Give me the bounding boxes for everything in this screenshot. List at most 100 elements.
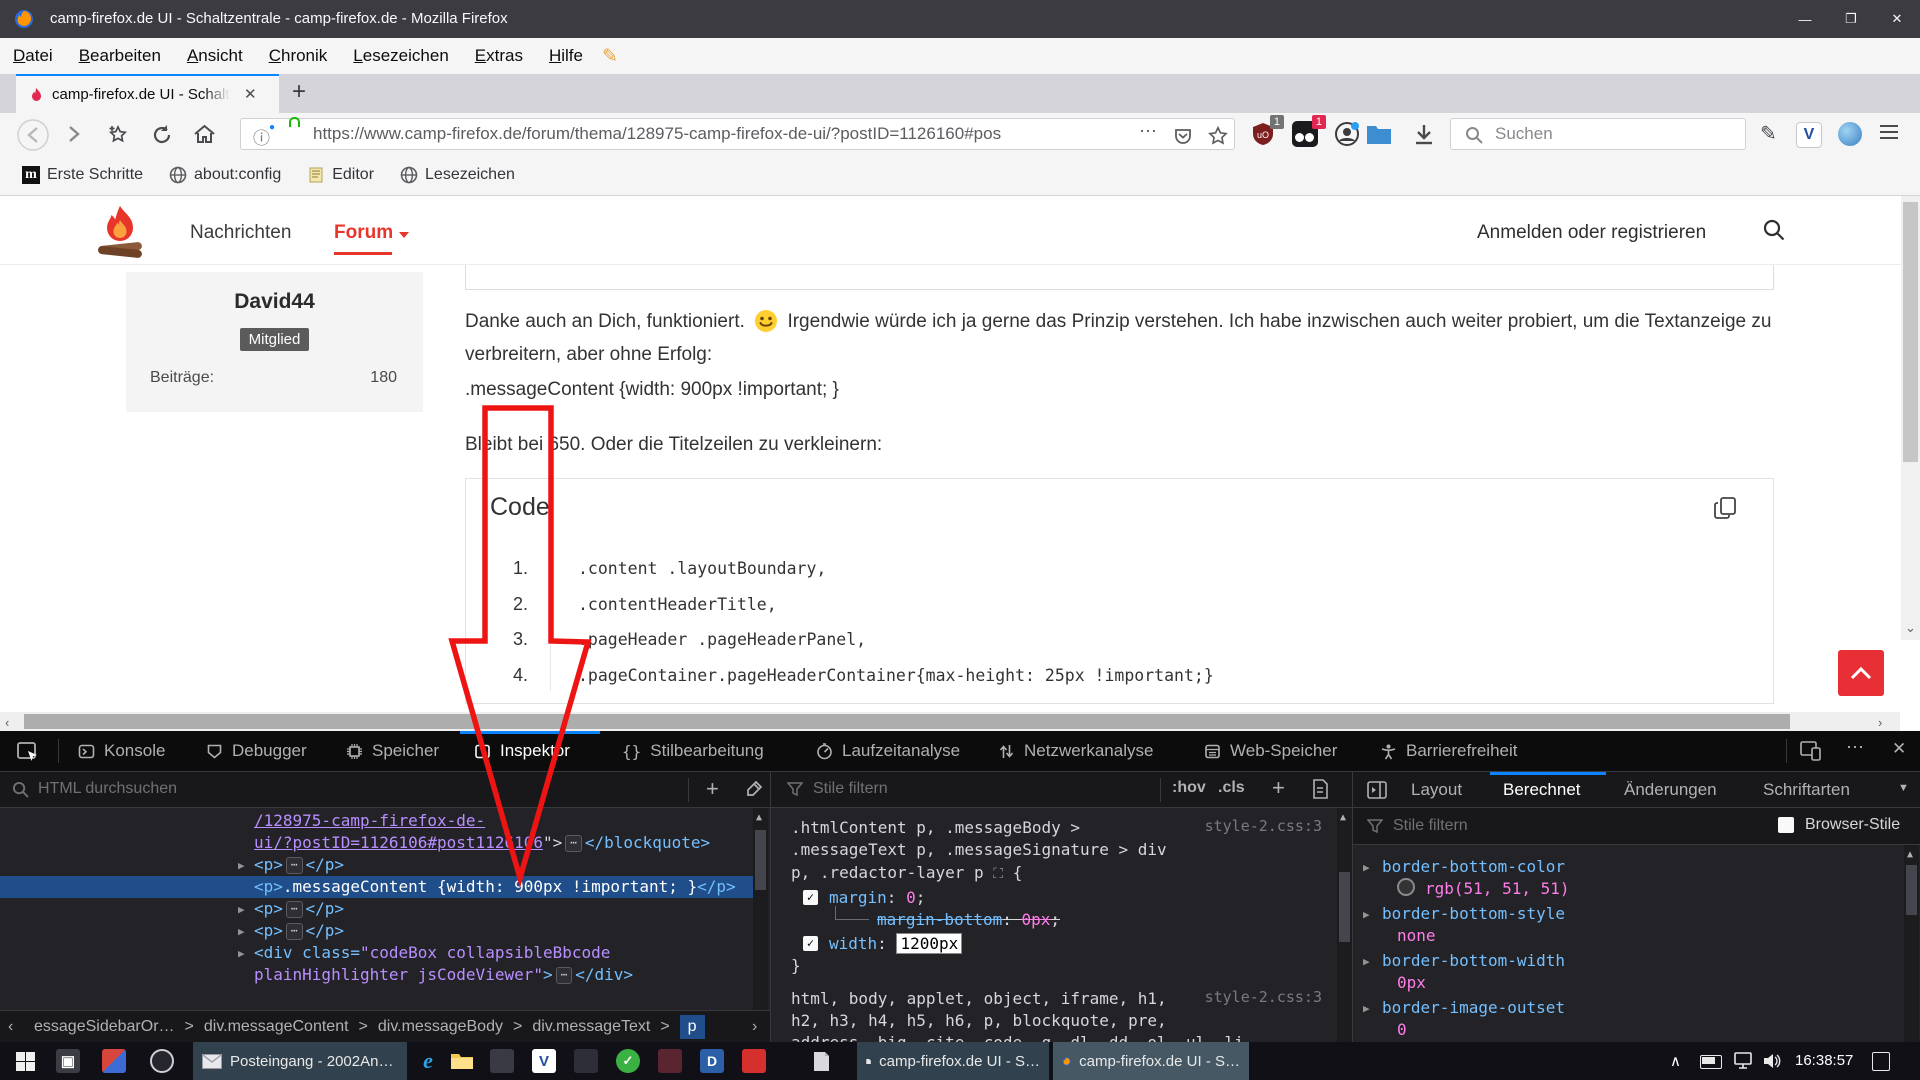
- taskbar-mail-window[interactable]: Posteingang - 2002An…: [193, 1042, 407, 1080]
- tab-web-speicher[interactable]: Web-Speicher: [1204, 731, 1337, 771]
- markup-scrollbar[interactable]: ▲: [753, 808, 768, 1010]
- taskbar-vlc-icon[interactable]: V: [532, 1049, 556, 1073]
- site-info-icon[interactable]: ⓘ: [253, 124, 270, 149]
- nav-forum[interactable]: Forum: [334, 222, 409, 244]
- breadcrumb-scroll-right-icon[interactable]: ›: [752, 1018, 757, 1036]
- tab-schriftarten[interactable]: Schriftarten: [1763, 780, 1850, 800]
- url-bar[interactable]: ⓘ ● https://www.camp-firefox.de/forum/th…: [240, 118, 1235, 150]
- login-link[interactable]: Anmelden oder registrieren: [1477, 222, 1706, 244]
- back-icon[interactable]: [16, 118, 50, 152]
- taskbar-app-icon[interactable]: D: [700, 1049, 724, 1073]
- computed-prop-name[interactable]: border-image-outset: [1382, 997, 1565, 1019]
- tab-aenderungen[interactable]: Änderungen: [1624, 780, 1717, 800]
- breadcrumb-item[interactable]: essageSidebarOr…: [34, 1018, 175, 1036]
- taskbar-app-icon[interactable]: [574, 1049, 598, 1073]
- expand-arrow-icon[interactable]: ▶: [1363, 955, 1370, 968]
- author-name[interactable]: David44: [126, 290, 423, 314]
- breadcrumb-item[interactable]: div.messageBody: [378, 1018, 503, 1036]
- search-bar[interactable]: Suchen: [1450, 118, 1746, 150]
- nav-nachrichten[interactable]: Nachrichten: [190, 222, 291, 244]
- rule-selector[interactable]: html, body, applet, object, iframe, h1,: [791, 988, 1167, 1010]
- expand-arrow-icon[interactable]: ▶: [1363, 908, 1370, 921]
- markup-row[interactable]: plainHighlighter jsCodeViewer">⋯</div>: [254, 964, 633, 986]
- menu-bearbeiten[interactable]: Bearbeiten: [66, 38, 174, 74]
- computed-prop-name[interactable]: border-bottom-color: [1382, 856, 1565, 878]
- computed-prop-name[interactable]: border-bottom-width: [1382, 950, 1565, 972]
- menu-lesezeichen[interactable]: Lesezeichen: [340, 38, 461, 74]
- eyedropper-icon[interactable]: [744, 780, 763, 799]
- start-button[interactable]: [16, 1052, 35, 1071]
- scroll-left-icon[interactable]: ‹: [5, 715, 9, 730]
- tab-speicher[interactable]: Speicher: [346, 731, 439, 771]
- tab-stilbearbeitung[interactable]: {}Stilbearbeitung: [622, 731, 764, 771]
- cookie-extension-icon[interactable]: 1: [1292, 121, 1318, 147]
- network-icon[interactable]: [1733, 1052, 1753, 1070]
- folder-extension-icon[interactable]: [1366, 123, 1392, 145]
- bookmark-about-config[interactable]: about:config: [163, 166, 287, 184]
- expand-arrow-icon[interactable]: ▶: [1363, 1002, 1370, 1015]
- action-center-icon[interactable]: [1872, 1052, 1890, 1071]
- bookmark-star-icon[interactable]: [1207, 125, 1229, 147]
- pencil-icon[interactable]: ✎: [602, 45, 618, 68]
- devtools-menu-icon[interactable]: ⋯: [1846, 737, 1865, 758]
- html-search-input[interactable]: HTML durchsuchen: [38, 780, 177, 798]
- markup-row[interactable]: /128975-camp-firefox-de-: [254, 810, 485, 832]
- privacy-extension-icon[interactable]: [1334, 121, 1360, 147]
- expand-arrow-icon[interactable]: ▶: [1363, 861, 1370, 874]
- devtools-close-icon[interactable]: ✕: [1892, 739, 1906, 759]
- style-filter-input[interactable]: Stile filtern: [813, 780, 888, 798]
- compose-icon[interactable]: ✎: [1760, 121, 1777, 146]
- menu-ansicht[interactable]: Ansicht: [174, 38, 256, 74]
- add-node-button[interactable]: +: [706, 776, 719, 802]
- tray-expand-icon[interactable]: ∧: [1670, 1052, 1681, 1070]
- markup-row-selected[interactable]: <p>.messageContent {width: 900px !import…: [254, 876, 736, 898]
- browser-tab[interactable]: camp-firefox.de UI - Schaltz ✕: [16, 74, 279, 113]
- expand-arrow-icon[interactable]: ▶: [238, 947, 245, 960]
- pick-element-icon[interactable]: [16, 740, 40, 764]
- speaker-icon[interactable]: [1762, 1052, 1782, 1070]
- markup-row[interactable]: ui/?postID=1126106#post1126106">⋯</block…: [254, 832, 710, 854]
- taskbar-clock[interactable]: 16:38:57: [1795, 1052, 1853, 1069]
- tab-debugger[interactable]: Debugger: [206, 731, 307, 771]
- restore-button[interactable]: ❐: [1828, 0, 1874, 38]
- scroll-down-icon[interactable]: ⌄: [1905, 620, 1916, 636]
- pseudo-class-button[interactable]: :hov: [1172, 779, 1206, 797]
- scroll-right-icon[interactable]: ›: [1878, 715, 1882, 730]
- responsive-mode-icon[interactable]: [1800, 741, 1822, 761]
- bookmark-import-icon[interactable]: [106, 123, 130, 147]
- rule-selector[interactable]: .htmlContent p, .messageBody >: [791, 817, 1080, 839]
- taskbar-app-icon[interactable]: [742, 1049, 766, 1073]
- new-tab-button[interactable]: +: [292, 78, 306, 106]
- reload-icon[interactable]: [150, 123, 174, 147]
- tab-barrierefreiheit[interactable]: Barrierefreiheit: [1380, 731, 1518, 771]
- pocket-icon[interactable]: [1173, 126, 1193, 146]
- stylesheet-link[interactable]: style-2.css:3: [1205, 817, 1322, 835]
- battery-icon[interactable]: [1700, 1055, 1722, 1069]
- tab-laufzeitanalyse[interactable]: Laufzeitanalyse: [816, 731, 960, 771]
- taskbar-app-icon[interactable]: [150, 1049, 174, 1073]
- menu-extras[interactable]: Extras: [462, 38, 536, 74]
- scroll-top-button[interactable]: [1838, 650, 1884, 696]
- tab-konsole[interactable]: Konsole: [78, 731, 165, 771]
- menu-datei[interactable]: Datei: [0, 38, 66, 74]
- copy-icon[interactable]: [1713, 495, 1739, 521]
- close-button[interactable]: ✕: [1874, 0, 1920, 38]
- menu-hilfe[interactable]: Hilfe: [536, 38, 596, 74]
- chevron-down-icon[interactable]: ▼: [1898, 782, 1909, 794]
- browser-styles-checkbox[interactable]: [1778, 817, 1794, 833]
- rule-selector[interactable]: p, .redactor-layer p ⛶ {: [791, 862, 1022, 884]
- home-icon[interactable]: [192, 122, 217, 147]
- taskbar-app-icon[interactable]: ✓: [616, 1049, 640, 1073]
- width-value-editor[interactable]: 1200px: [896, 933, 962, 954]
- expand-arrow-icon[interactable]: ▶: [238, 903, 245, 916]
- taskbar-app-icon[interactable]: [658, 1049, 682, 1073]
- markup-row[interactable]: <div class="codeBox collapsibleBbcode: [254, 942, 610, 964]
- computed-filter-input[interactable]: Stile filtern: [1393, 817, 1468, 835]
- computed-prop-name[interactable]: border-bottom-style: [1382, 903, 1565, 925]
- declaration-checkbox[interactable]: ✓: [803, 890, 818, 905]
- tab-close-icon[interactable]: ✕: [244, 85, 257, 103]
- add-rule-button[interactable]: +: [1272, 775, 1285, 801]
- declaration-margin[interactable]: margin: 0;: [829, 887, 925, 909]
- markup-row[interactable]: <p>⋯</p>: [254, 920, 344, 942]
- computed-scrollbar[interactable]: ▲: [1904, 845, 1919, 1042]
